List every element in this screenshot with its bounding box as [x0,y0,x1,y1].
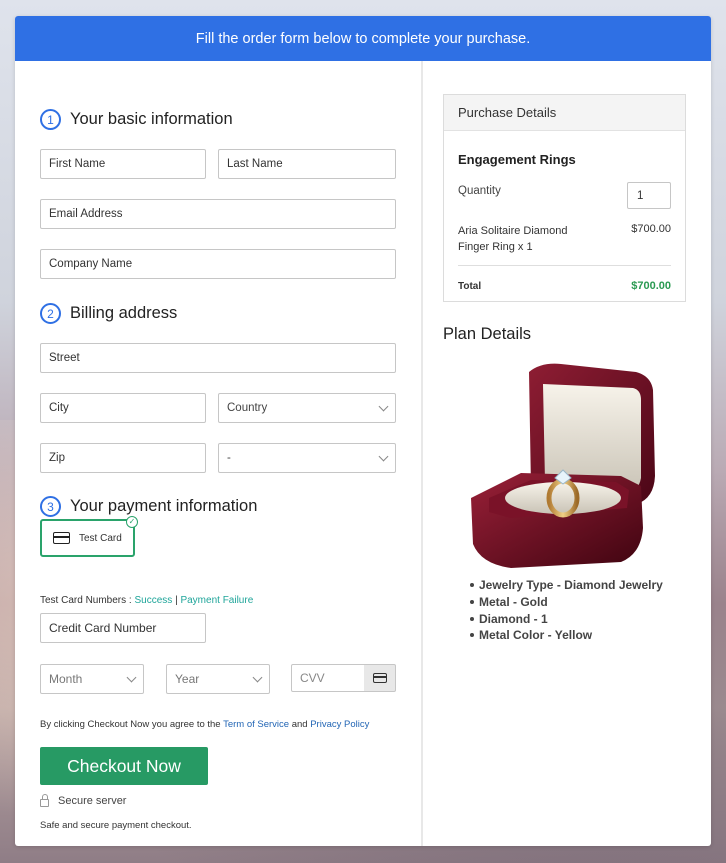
privacy-policy-link[interactable]: Privacy Policy [310,719,369,730]
payment-failure-link[interactable]: Payment Failure [180,595,253,606]
payment-heading: 3 Your payment information [40,496,257,517]
checkout-button[interactable]: Checkout Now [40,747,208,785]
safe-checkout-note: Safe and secure payment checkout. [40,820,192,831]
purchase-details-box: Purchase Details Engagement Rings Quanti… [443,94,686,302]
banner-text: Fill the order form below to complete yo… [195,30,531,47]
test-card-numbers-line: Test Card Numbers : Success | Payment Fa… [40,595,253,606]
bullet-icon [470,616,474,621]
line-item-name: Aria Solitaire Diamond Finger Ring x 1 [458,225,568,253]
plan-feature-item: Jewelry Type - Diamond Jewelry [470,577,663,594]
cvv-help-button[interactable] [364,664,396,692]
plan-details-title: Plan Details [443,325,532,343]
total-label: Total [458,281,482,292]
success-link[interactable]: Success [134,595,172,606]
year-select-value: Year [175,672,200,686]
step-3-icon: 3 [40,496,61,517]
chevron-down-icon [252,672,263,682]
ring-box-image [451,358,661,570]
total-value: $700.00 [631,280,671,292]
last-name-field[interactable]: Last Name [218,149,396,179]
basic-info-heading: 1 Your basic information [40,109,233,130]
test-card-label: Test Card [79,532,122,544]
month-select-value: Month [49,672,83,686]
credit-card-icon [53,532,70,544]
month-select[interactable]: Month [40,664,144,694]
credit-card-icon [372,673,387,683]
bullet-icon [470,633,474,638]
chevron-down-icon [378,401,389,411]
agreement-and: and [291,719,308,730]
country-select[interactable]: Country [218,393,396,423]
product-name: Engagement Rings [458,152,576,167]
test-card-option[interactable]: Test Card ✓ [40,516,138,557]
email-field[interactable]: Email Address [40,199,396,229]
agreement-text: By clicking Checkout Now you agree to th… [40,719,369,730]
link-separator: | [175,595,178,606]
total-divider [458,265,671,266]
company-name-field[interactable]: Company Name [40,249,396,279]
plan-feature-item: Diamond - 1 [470,610,663,627]
plan-feature-item: Metal Color - Yellow [470,627,663,644]
order-form-card: Fill the order form below to complete yo… [15,16,711,846]
plan-feature-item: Metal - Gold [470,594,663,611]
quantity-label: Quantity [458,185,501,197]
year-select[interactable]: Year [166,664,270,694]
state-select-value: - [227,452,231,464]
chevron-down-icon [378,451,389,461]
step-1-icon: 1 [40,109,61,130]
state-select[interactable]: - [218,443,396,473]
lock-icon [40,794,49,807]
test-numbers-label: Test Card Numbers : [40,595,132,606]
billing-heading: 2 Billing address [40,303,177,324]
chevron-down-icon [126,672,137,682]
basic-info-title: Your basic information [70,110,233,128]
payment-title: Your payment information [70,497,258,515]
bullet-icon [470,600,474,605]
agreement-prefix: By clicking Checkout Now you agree to th… [40,719,221,730]
plan-features-list: Jewelry Type - Diamond Jewelry Metal - G… [470,577,663,644]
quantity-input[interactable]: 1 [627,182,671,209]
billing-title: Billing address [70,304,178,322]
checkmark-icon: ✓ [126,516,138,528]
zip-field[interactable]: Zip [40,443,206,473]
bullet-icon [470,583,474,588]
step-2-icon: 2 [40,303,61,324]
city-field[interactable]: City [40,393,206,423]
cvv-field[interactable]: CVV [291,664,365,692]
column-divider [421,61,423,846]
top-banner: Fill the order form below to complete yo… [15,16,711,61]
purchase-details-header: Purchase Details [444,95,685,131]
street-field[interactable]: Street [40,343,396,373]
country-select-value: Country [227,402,268,414]
secure-server-label: Secure server [58,795,127,807]
line-item-price: $700.00 [631,223,671,235]
card-number-field[interactable]: Credit Card Number [40,613,206,643]
secure-server-note: Secure server [40,794,127,807]
terms-of-service-link[interactable]: Term of Service [223,719,289,730]
first-name-field[interactable]: First Name [40,149,206,179]
